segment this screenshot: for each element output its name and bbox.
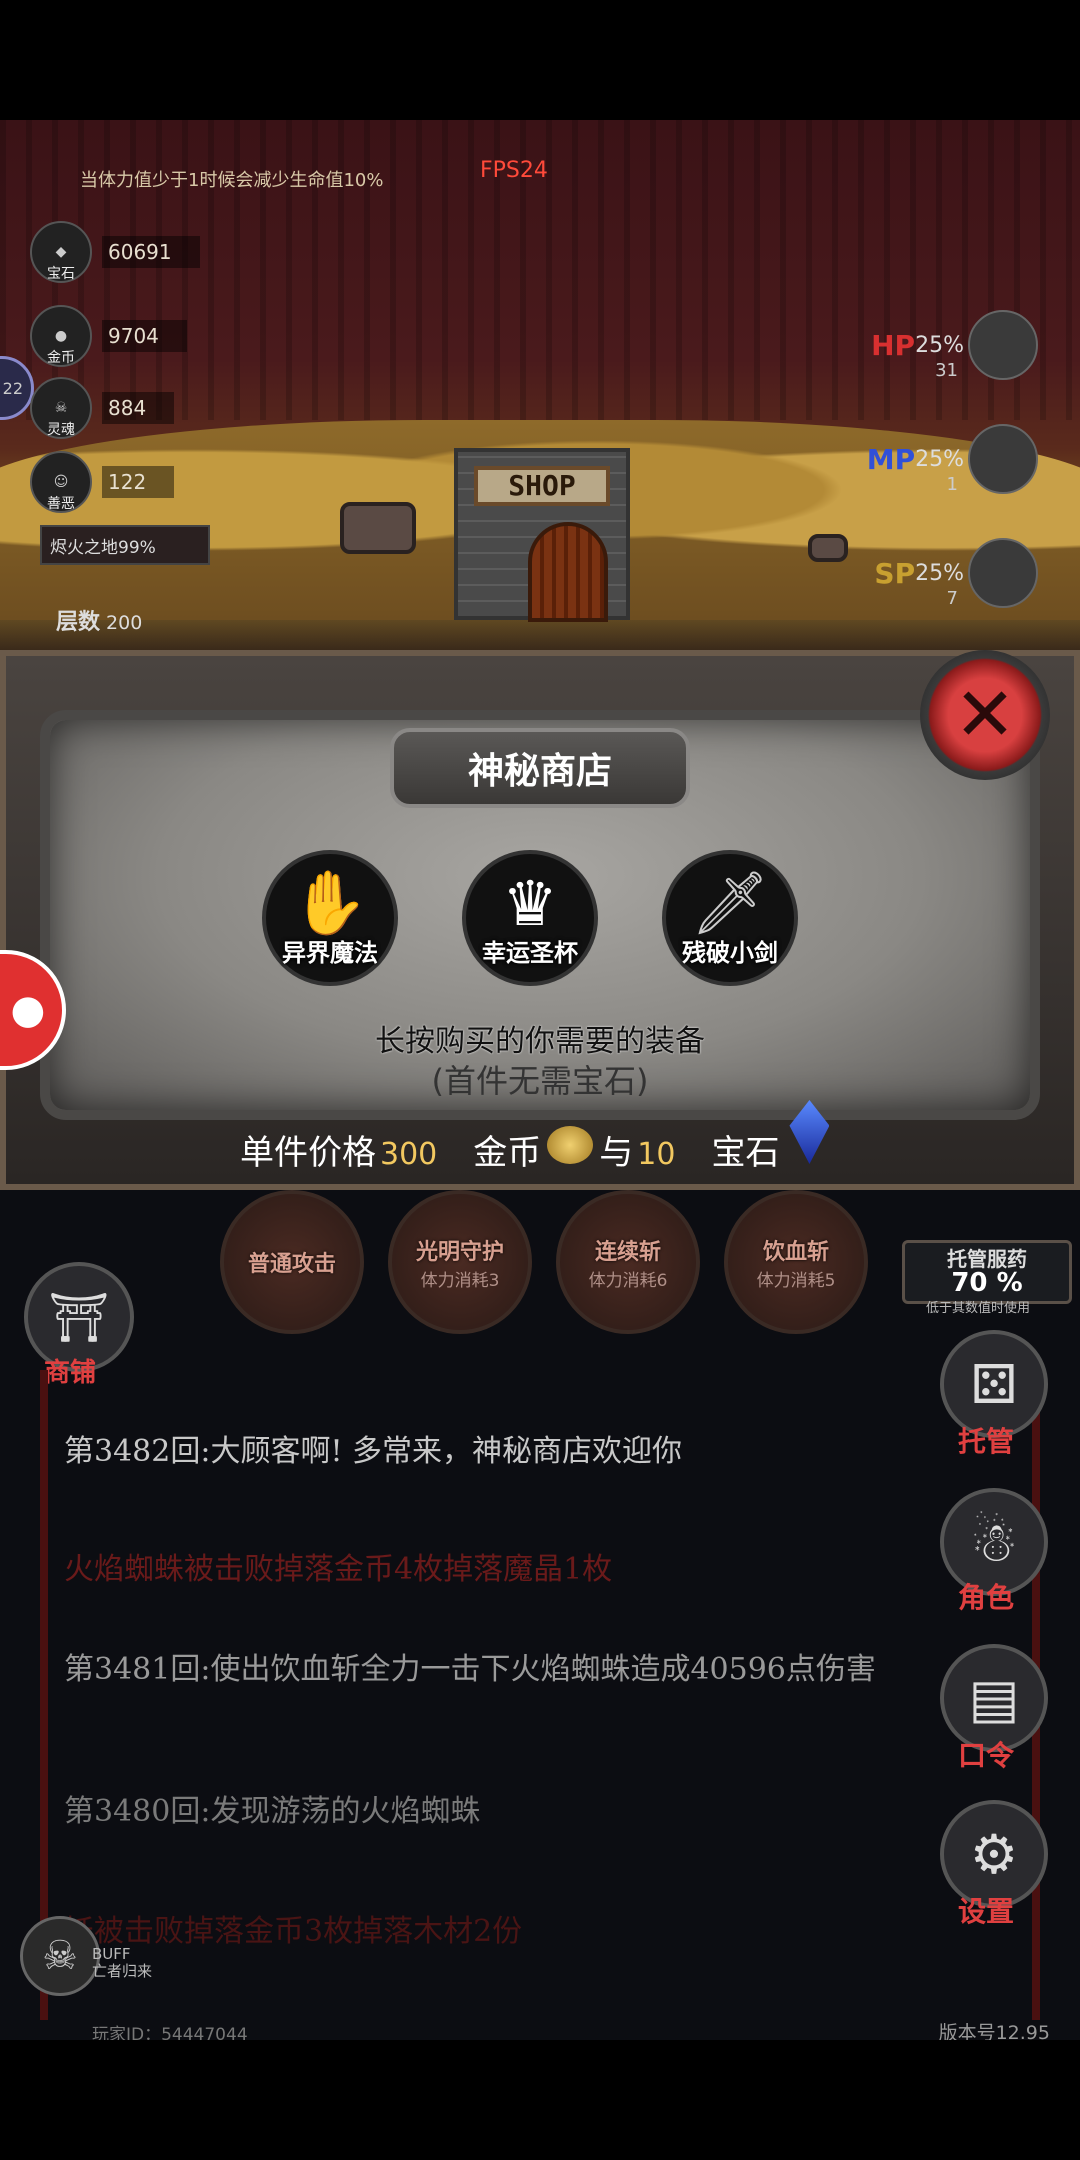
gem-label: 宝石: [711, 1133, 780, 1173]
rock: [340, 502, 416, 554]
hp-percent: 25%: [915, 332, 964, 358]
otherworld-magic-icon: ✋: [291, 866, 369, 939]
heart-potion-icon: [968, 310, 1038, 380]
skill-combo-slash[interactable]: 连续斩 体力消耗6: [556, 1190, 700, 1334]
sp-count: 7: [946, 588, 958, 609]
resource-karma: ☺ 善恶 122: [30, 451, 200, 513]
sp-percent: 25%: [915, 560, 964, 586]
rock: [808, 534, 848, 562]
gem-icon: ◆ 宝石: [30, 221, 92, 283]
mp-label: MP: [866, 442, 916, 476]
and-label: 与: [599, 1133, 634, 1173]
sp-potion[interactable]: SP 25% 7: [874, 538, 1038, 609]
auto-potion-note: 低于其数值时使用: [926, 1301, 1031, 1316]
lucky-grail-icon: ♛: [502, 866, 558, 940]
skill-light-guard[interactable]: 光明守护 体力消耗3: [388, 1190, 532, 1334]
floor-counter: 层数 200: [56, 604, 142, 636]
sp-label: SP: [874, 556, 916, 590]
hp-potion[interactable]: HP 25% 31: [871, 310, 1038, 381]
buff-skull-icon[interactable]: ☠: [20, 1916, 100, 1996]
resource-value: 60691: [102, 236, 200, 268]
gem-icon: [789, 1100, 830, 1164]
broken-sword-icon: 🗡: [690, 866, 770, 939]
dice-icon: ⚄: [970, 1352, 1018, 1416]
area-banner: 烬火之地99%: [40, 525, 210, 565]
floor-value: 200: [106, 612, 143, 634]
shop-sign: SHOP: [474, 466, 610, 506]
floor-label: 层数: [56, 610, 101, 635]
mask-icon: ☺ 善恶: [30, 451, 92, 513]
resource-soul: ☠ 灵魂 884: [30, 377, 200, 439]
settings-button-label: 设置: [958, 1895, 1015, 1928]
hp-label: HP: [871, 328, 916, 362]
price-label: 单件价格: [240, 1133, 376, 1173]
shop-instruction: 长按购买的你需要的装备: [375, 1024, 705, 1059]
mp-potion[interactable]: MP 25% 1: [866, 424, 1038, 495]
fps-counter: FPS24: [480, 158, 548, 183]
buff-title: BUFF: [92, 1945, 131, 1963]
gear-icon: ⚙: [969, 1822, 1019, 1886]
character-button-label: 角色: [958, 1581, 1015, 1614]
hp-count: 31: [935, 360, 958, 381]
skill-blood-slash[interactable]: 饮血斩 体力消耗5: [724, 1190, 868, 1334]
skill-name: 普通攻击: [247, 1252, 336, 1277]
shop-item-label: 残破小剑: [682, 939, 778, 967]
gem-count: 10: [637, 1137, 676, 1172]
log-entry: 妖被击败掉落金币3枚掉落木材2份: [64, 1914, 523, 1949]
price-value: 300: [380, 1137, 438, 1172]
skill-name: 连续斩: [594, 1239, 661, 1265]
auto-potion-setting[interactable]: 托管服药 70 %: [902, 1240, 1072, 1304]
shop-building[interactable]: SHOP: [454, 448, 630, 622]
resource-value: 9704: [102, 320, 187, 352]
auto-button-label: 托管: [958, 1425, 1015, 1458]
buff-label: BUFF 亡者归来: [92, 1946, 152, 1980]
book-icon: ▤: [968, 1666, 1020, 1730]
top-black-bar: [0, 0, 1080, 120]
shop-item-label: 幸运圣杯: [482, 939, 578, 967]
code-button-label: 口令: [958, 1739, 1015, 1772]
shop-item-lucky-grail[interactable]: ♛ 幸运圣杯: [462, 850, 598, 986]
shop-note: (首件无需宝石): [431, 1062, 649, 1100]
mp-count: 1: [946, 474, 958, 495]
skill-name: 饮血斩: [762, 1239, 829, 1265]
mp-percent: 25%: [915, 446, 964, 472]
shop-item-label: 异界魔法: [282, 939, 378, 967]
gold-label: 金币: [473, 1133, 542, 1173]
gold-coin-icon: [547, 1126, 594, 1164]
shop-item-otherworld-magic[interactable]: ✋ 异界魔法: [262, 850, 398, 986]
shop-dialog-title: 神秘商店: [390, 728, 690, 808]
food-plate-icon: [968, 538, 1038, 608]
auto-potion-percent: 70 %: [951, 1268, 1023, 1298]
log-entry: 火焰蜘蛛被击败掉落金币4枚掉落魔晶1枚: [64, 1552, 613, 1587]
close-icon: ✕: [953, 672, 1016, 758]
hooded-character-icon: ☃: [969, 1510, 1019, 1574]
shop-stall-icon: ⛩: [48, 1289, 110, 1346]
skull-icon: ☠ 灵魂: [30, 377, 92, 439]
hint-text: 当体力值少于1时候会减少生命值10%: [80, 170, 384, 191]
resource-value: 122: [102, 466, 175, 498]
shop-item-broken-sword[interactable]: 🗡 残破小剑: [662, 850, 798, 986]
log-entry: 第3481回:使出饮血斩全力一击下火焰蜘蛛造成40596点伤害: [64, 1652, 876, 1687]
log-entry: 第3482回:大顾客啊! 多常来，神秘商店欢迎你: [64, 1434, 683, 1469]
buff-name: 亡者归来: [92, 1962, 153, 1980]
bottom-black-bar: [0, 2040, 1080, 2160]
skill-cost: 体力消耗5: [756, 1270, 836, 1291]
price-row: 单件价格 300 金币 与 10 宝石: [240, 1100, 830, 1174]
skill-cost: 体力消耗6: [588, 1270, 668, 1291]
resource-gem: ◆ 宝石 60691: [30, 221, 200, 283]
lightning-potion-icon: [968, 424, 1038, 494]
skill-name: 光明守护: [415, 1239, 504, 1265]
resource-value: 884: [102, 392, 175, 424]
shop-door: [528, 522, 608, 622]
skill-normal-attack[interactable]: 普通攻击: [220, 1190, 364, 1334]
close-button[interactable]: ✕: [920, 650, 1050, 780]
skill-cost: 体力消耗3: [420, 1270, 500, 1291]
gold-coin-icon: ● 金币: [30, 305, 92, 367]
resource-gold: ● 金币 9704: [30, 305, 200, 367]
log-entry: 第3480回:发现游荡的火焰蜘蛛: [64, 1794, 481, 1829]
user-icon: ●: [10, 987, 46, 1033]
